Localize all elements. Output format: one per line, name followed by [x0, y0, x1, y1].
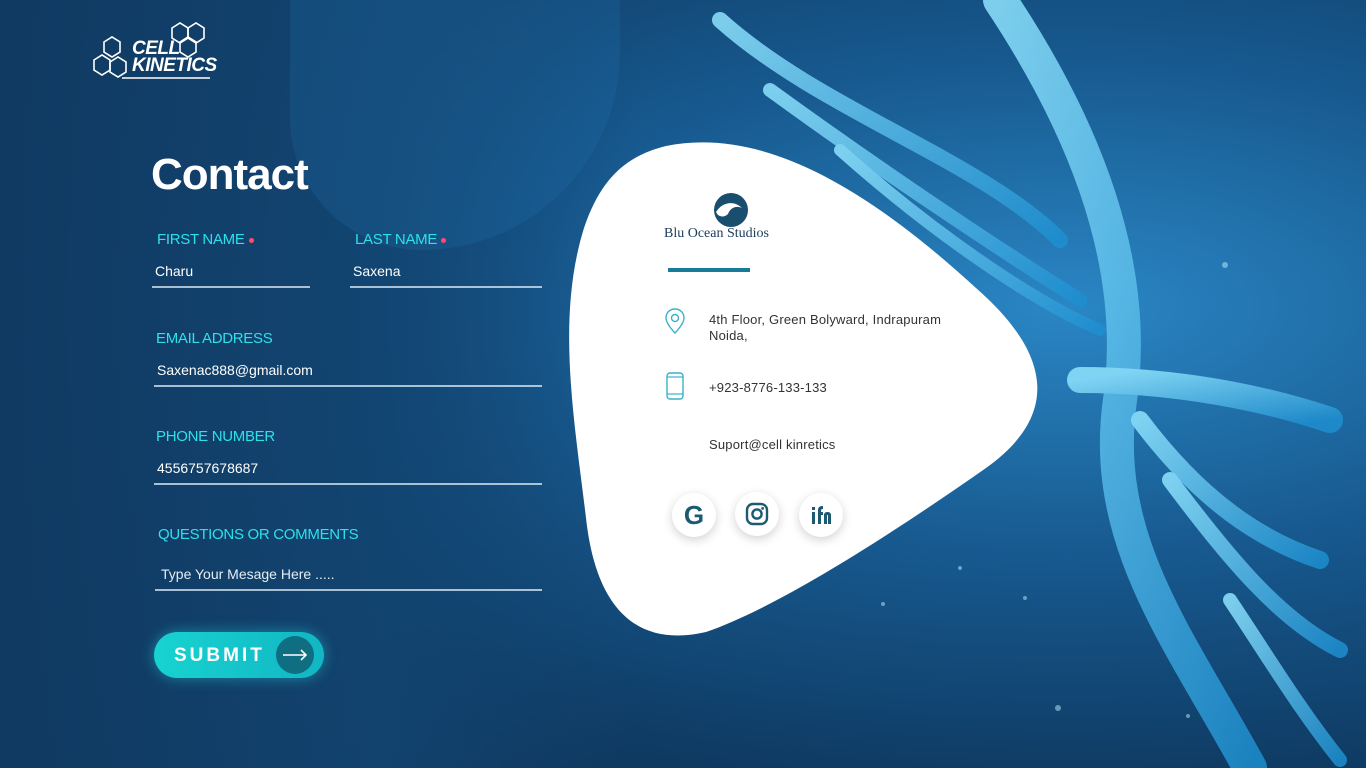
google-button[interactable]: G	[672, 493, 716, 537]
submit-label: SUBMIT	[174, 645, 265, 666]
divider-line	[668, 268, 750, 272]
submit-button[interactable]: SUBMIT	[154, 632, 324, 678]
google-icon: G	[683, 499, 705, 530]
last-name-label: LAST NAME	[355, 231, 447, 248]
comments-input[interactable]	[155, 559, 542, 591]
arrow-right-icon	[276, 636, 314, 674]
first-name-label-text: FIRST NAME	[157, 231, 245, 248]
phone-label: PHONE NUMBER	[156, 428, 275, 445]
ifn-icon	[812, 506, 831, 524]
phone-input[interactable]	[154, 453, 542, 485]
page-title: Contact	[151, 150, 309, 199]
mobile-phone-icon	[666, 372, 684, 400]
instagram-icon	[745, 502, 769, 526]
wave-circle-icon	[714, 193, 748, 227]
required-indicator	[441, 237, 447, 243]
address-text: 4th Floor, Green Bolyward, Indrapuram No…	[709, 312, 941, 344]
instagram-button[interactable]	[735, 492, 779, 536]
email-label: EMAIL ADDRESS	[156, 330, 273, 347]
last-name-input[interactable]	[350, 256, 542, 288]
comments-label: QUESTIONS OR COMMENTS	[158, 526, 359, 543]
address-line-1: 4th Floor, Green Bolyward, Indrapuram	[709, 312, 942, 327]
address-line-2: Noida,	[709, 328, 748, 343]
last-name-label-text: LAST NAME	[355, 231, 438, 248]
first-name-input[interactable]	[152, 256, 310, 288]
phone-text: +923-8776-133-133	[709, 380, 827, 395]
required-indicator	[248, 237, 254, 243]
logo-text: CELL KINETICS	[132, 39, 217, 76]
first-name-label: FIRST NAME	[157, 231, 254, 248]
ifn-button[interactable]	[799, 493, 843, 537]
brand-name: Blu Ocean Studios	[664, 226, 769, 241]
blu-ocean-studios-logo[interactable]: Blu Ocean Studios	[664, 190, 804, 254]
email-text: Suport@cell kinretics	[709, 437, 836, 452]
location-pin-icon	[665, 308, 685, 334]
cell-kinetics-logo[interactable]: CELL KINETICS	[92, 22, 217, 84]
logo-line-2: KINETICS	[132, 55, 217, 76]
email-input[interactable]	[154, 355, 542, 387]
